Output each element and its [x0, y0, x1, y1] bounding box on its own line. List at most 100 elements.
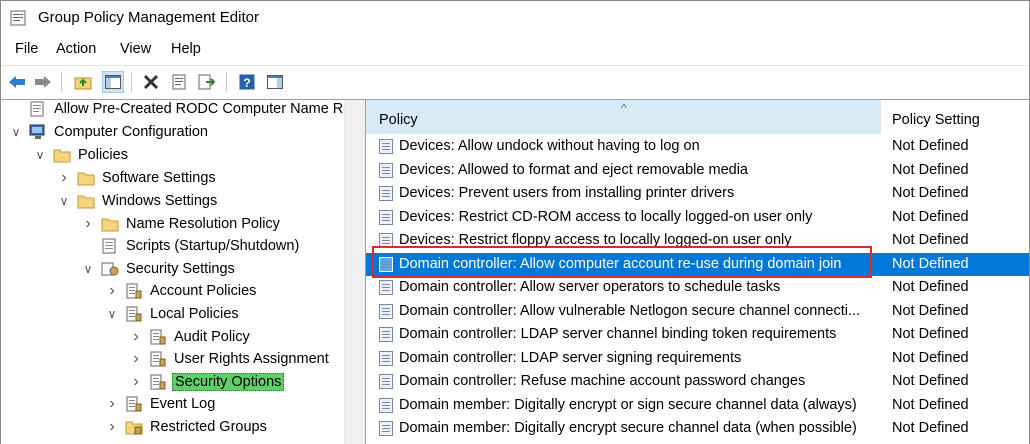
menu-file[interactable]: File	[13, 41, 40, 57]
restricted-groups-icon	[125, 419, 143, 435]
policy-name: Domain member: Digitally encrypt or sign…	[399, 396, 857, 413]
window-title: Group Policy Management Editor	[38, 9, 259, 26]
policy-row[interactable]: Domain member: Digitally encrypt or sign…	[366, 394, 1029, 417]
chevron-down-icon[interactable]: ∨	[105, 307, 119, 321]
tree-item[interactable]: › Security Options	[129, 371, 285, 393]
policy-row[interactable]: Domain controller: Allow computer accoun…	[366, 252, 1029, 276]
main-content: Allow Pre-Created RODC Computer Name Re-…	[1, 99, 1029, 444]
policy-row[interactable]: Devices: Restrict CD-ROM access to local…	[366, 206, 1029, 229]
tree-item-label: Windows Settings	[102, 193, 218, 209]
title-bar: Group Policy Management Editor	[1, 1, 1029, 35]
policy-row[interactable]: Devices: Allowed to format and eject rem…	[366, 159, 1029, 182]
policy-row[interactable]: Domain controller: Allow server operator…	[366, 276, 1029, 299]
tree-item[interactable]: ∨ Computer Configuration	[9, 121, 210, 143]
policy-item-icon	[379, 327, 393, 342]
tree-item[interactable]: ∨ Local Policies	[105, 303, 241, 325]
policy-item-icon	[379, 162, 393, 178]
policy-name: Domain member: Digitally encrypt secure …	[399, 420, 857, 436]
policy-row[interactable]: Domain controller: LDAP server signing r…	[366, 347, 1029, 370]
policy-item-icon	[379, 139, 393, 154]
delete-button[interactable]	[140, 71, 162, 93]
policy-name: Devices: Prevent users from installing p…	[399, 185, 735, 201]
tree-item[interactable]: ∨ Security Settings	[81, 258, 237, 280]
forward-button[interactable]	[32, 71, 54, 93]
tree-item-label: Security Options	[172, 373, 285, 391]
policy-item-icon	[379, 233, 393, 248]
show-action-pane-button[interactable]	[264, 71, 286, 93]
chevron-right-icon[interactable]: ›	[105, 395, 119, 413]
tree-item[interactable]: › Event Log	[105, 393, 217, 415]
chevron-right-icon[interactable]: ›	[129, 373, 143, 391]
sort-ascending-icon: ^	[621, 101, 627, 115]
column-header-policy[interactable]: ^ Policy	[366, 100, 881, 134]
show-hide-tree-button[interactable]	[102, 71, 124, 93]
policy-icon	[125, 306, 143, 322]
toolbar: ?	[1, 65, 1029, 98]
tree-item[interactable]: ∨ Policies	[33, 144, 130, 166]
policy-setting: Not Defined	[892, 185, 969, 201]
policy-icon	[125, 396, 143, 412]
back-icon	[9, 76, 25, 88]
help-button[interactable]: ?	[236, 71, 258, 93]
tree-item[interactable]: Scripts (Startup/Shutdown)	[81, 235, 301, 257]
app-window: Group Policy Management Editor File Acti…	[0, 0, 1030, 444]
policy-setting: Not Defined	[892, 420, 969, 436]
policy-item-icon	[379, 421, 393, 436]
policy-row[interactable]: Devices: Restrict floppy access to local…	[366, 229, 1029, 252]
policy-icon	[125, 283, 143, 299]
chevron-down-icon[interactable]: ∨	[57, 194, 71, 208]
chevron-down-icon[interactable]: ∨	[33, 148, 47, 162]
policy-icon	[149, 374, 167, 390]
chevron-right-icon[interactable]: ›	[129, 328, 143, 346]
policy-row[interactable]: Domain controller: Refuse machine accoun…	[366, 370, 1029, 393]
properties-icon	[172, 74, 186, 90]
folder-icon	[77, 193, 95, 209]
properties-button[interactable]	[168, 71, 190, 93]
toolbar-separator	[226, 72, 227, 92]
policy-name: Domain controller: LDAP server signing r…	[399, 349, 742, 366]
tree-vertical-scrollbar[interactable]	[344, 100, 365, 444]
tree-item-label: Audit Policy	[174, 329, 250, 345]
chevron-right-icon[interactable]: ›	[57, 169, 71, 187]
folder-icon	[53, 147, 71, 163]
policy-item-icon	[379, 186, 393, 201]
policy-setting: Not Defined	[892, 232, 969, 248]
chevron-down-icon[interactable]: ∨	[81, 262, 95, 276]
tree-item-label: User Rights Assignment	[174, 351, 329, 367]
menu-view[interactable]: View	[118, 41, 153, 57]
menu-help[interactable]: Help	[169, 41, 203, 57]
tree-item[interactable]: › Audit Policy	[129, 326, 252, 348]
policy-name: Domain controller: Allow computer accoun…	[399, 255, 842, 272]
policy-row[interactable]: Domain controller: Allow vulnerable Netl…	[366, 300, 1029, 323]
toolbar-separator	[131, 72, 132, 92]
chevron-right-icon[interactable]: ›	[81, 215, 95, 233]
tree-item-label: Restricted Groups	[150, 419, 267, 435]
menu-action[interactable]: Action	[54, 41, 98, 57]
tree-item[interactable]: › Restricted Groups	[105, 416, 269, 438]
policy-item-icon	[379, 397, 393, 413]
policy-row[interactable]: Devices: Allow undock without having to …	[366, 135, 1029, 158]
chevron-down-icon[interactable]: ∨	[9, 125, 23, 139]
policy-row[interactable]: Domain controller: LDAP server channel b…	[366, 323, 1029, 346]
policy-setting: Not Defined	[892, 279, 969, 295]
chevron-right-icon[interactable]: ›	[129, 350, 143, 368]
tree-item[interactable]: › User Rights Assignment	[129, 348, 331, 370]
tree-item[interactable]: › Name Resolution Policy	[81, 213, 282, 235]
svg-text:?: ?	[243, 76, 250, 90]
chevron-right-icon[interactable]: ›	[105, 282, 119, 300]
chevron-right-icon[interactable]: ›	[105, 418, 119, 436]
column-header-policy-setting[interactable]: Policy Setting	[881, 100, 1029, 134]
policy-row[interactable]: Devices: Prevent users from installing p…	[366, 182, 1029, 205]
policy-row[interactable]: Domain member: Digitally encrypt secure …	[366, 417, 1029, 440]
column-header-policy-label: Policy	[379, 112, 418, 128]
export-list-button[interactable]	[196, 71, 218, 93]
up-folder-button[interactable]	[72, 71, 94, 93]
back-button[interactable]	[6, 71, 28, 93]
tree-item[interactable]: ∨ Windows Settings	[57, 190, 219, 212]
tree-item[interactable]: Allow Pre-Created RODC Computer Name Re-…	[9, 100, 365, 120]
policy-setting: Not Defined	[892, 255, 969, 272]
help-icon: ?	[239, 74, 255, 90]
policy-name: Devices: Allow undock without having to …	[399, 138, 700, 154]
tree-item[interactable]: › Software Settings	[57, 167, 218, 189]
tree-item[interactable]: › Account Policies	[105, 280, 258, 302]
